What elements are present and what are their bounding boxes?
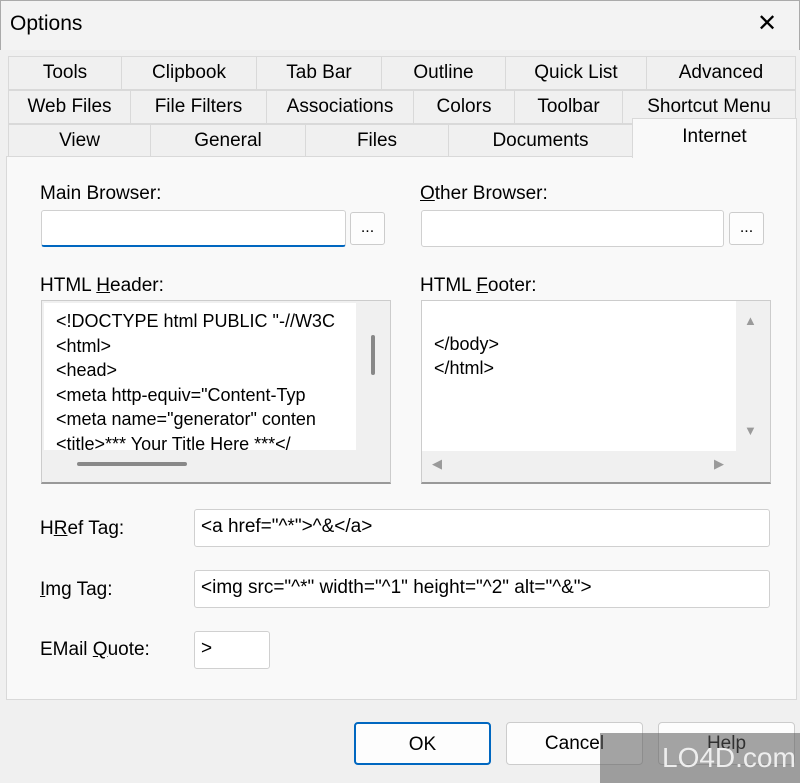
tab-quick-list[interactable]: Quick List <box>505 56 647 90</box>
scroll-down-icon[interactable]: ▼ <box>744 423 757 438</box>
horizontal-scrollbar-thumb[interactable] <box>77 462 187 466</box>
tab-web-files[interactable]: Web Files <box>8 90 131 124</box>
main-browser-input[interactable] <box>41 210 346 247</box>
tab-outline[interactable]: Outline <box>381 56 506 90</box>
main-browser-browse-button[interactable]: ... <box>350 212 385 245</box>
other-browser-browse-button[interactable]: ... <box>729 212 764 245</box>
href-tag-input[interactable]: <a href="^*">^&</a> <box>194 509 770 547</box>
tab-colors[interactable]: Colors <box>413 90 515 124</box>
html-header-label: HTML Header: <box>40 275 164 296</box>
scroll-up-icon[interactable]: ▲ <box>744 313 757 328</box>
tab-toolbar[interactable]: Toolbar <box>514 90 623 124</box>
main-browser-label: Main Browser: <box>40 183 162 204</box>
tab-advanced[interactable]: Advanced <box>646 56 796 90</box>
email-quote-label: EMail Quote: <box>40 639 150 660</box>
html-footer-text[interactable]: </body> </html> <box>422 301 736 451</box>
vertical-scrollbar-thumb[interactable] <box>371 335 375 375</box>
tab-general[interactable]: General <box>150 124 306 157</box>
html-footer-label: HTML Footer: <box>420 275 537 296</box>
img-tag-label: Img Tag: <box>40 579 113 600</box>
email-quote-input[interactable]: > <box>194 631 270 669</box>
other-browser-label: Other Browser: <box>420 183 548 204</box>
scroll-left-icon[interactable]: ◀ <box>432 456 442 472</box>
tab-clipbook[interactable]: Clipbook <box>121 56 257 90</box>
tab-files[interactable]: Files <box>305 124 449 157</box>
tab-tools[interactable]: Tools <box>8 56 122 90</box>
tab-view[interactable]: View <box>8 124 151 157</box>
html-header-editor[interactable]: <!DOCTYPE html PUBLIC "-//W3C <html> <he… <box>41 300 391 484</box>
tab-tab-bar[interactable]: Tab Bar <box>256 56 382 90</box>
close-icon[interactable]: ✕ <box>752 6 782 42</box>
window-title: Options <box>10 12 83 35</box>
tab-associations[interactable]: Associations <box>266 90 414 124</box>
html-footer-editor[interactable]: </body> </html> ▲ ▼ ◀ ▶ <box>421 300 771 484</box>
tab-file-filters[interactable]: File Filters <box>130 90 267 124</box>
other-browser-input[interactable] <box>421 210 724 247</box>
href-tag-label: HRef Tag: <box>40 518 125 539</box>
html-header-text[interactable]: <!DOCTYPE html PUBLIC "-//W3C <html> <he… <box>44 303 356 450</box>
watermark-logo: LO4D.com <box>600 733 800 783</box>
scroll-right-icon[interactable]: ▶ <box>714 456 724 472</box>
tab-internet[interactable]: Internet <box>632 118 797 158</box>
ok-button[interactable]: OK <box>354 722 491 765</box>
tab-documents[interactable]: Documents <box>448 124 633 157</box>
img-tag-input[interactable]: <img src="^*" width="^1" height="^2" alt… <box>194 570 770 608</box>
title-bar <box>0 0 800 50</box>
